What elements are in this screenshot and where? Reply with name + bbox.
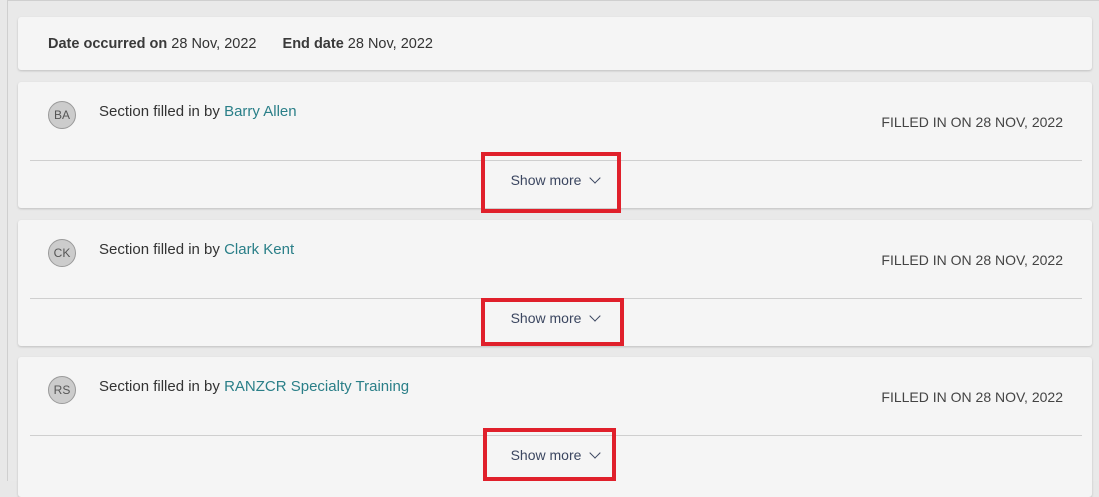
highlight-box-show-more-3: [483, 428, 616, 481]
end-date-label: End date: [282, 35, 344, 52]
filled-on-prefix: FILLED IN ON: [881, 114, 972, 130]
filled-on-date: FILLED IN ON 28 NOV, 2022: [881, 114, 1063, 130]
filled-by-prefix: Section filled in by: [99, 241, 220, 258]
section-filled-by: Section filled in by RANZCR Specialty Tr…: [99, 378, 409, 395]
filled-on-date: FILLED IN ON 28 NOV, 2022: [881, 252, 1063, 268]
filled-by-prefix: Section filled in by: [99, 378, 220, 395]
filled-by-name-link[interactable]: Clark Kent: [224, 241, 294, 258]
filled-on-date: FILLED IN ON 28 NOV, 2022: [881, 389, 1063, 405]
highlight-box-show-more-1: [481, 152, 621, 213]
filled-by-name-link[interactable]: RANZCR Specialty Training: [224, 378, 409, 395]
section-filled-by: Section filled in by Clark Kent: [99, 241, 294, 258]
filled-on-value: 28 NOV, 2022: [975, 114, 1063, 130]
filled-on-prefix: FILLED IN ON: [881, 252, 972, 268]
avatar: RS: [48, 376, 76, 404]
avatar: BA: [48, 101, 76, 129]
date-summary-card: Date occurred on 28 Nov, 2022 End date 2…: [18, 17, 1092, 70]
filled-by-prefix: Section filled in by: [99, 103, 220, 120]
date-occurred-value: 28 Nov, 2022: [171, 35, 257, 52]
filled-on-value: 28 NOV, 2022: [975, 252, 1063, 268]
section-filled-by: Section filled in by Barry Allen: [99, 103, 297, 120]
filled-by-name-link[interactable]: Barry Allen: [224, 103, 297, 120]
filled-on-prefix: FILLED IN ON: [881, 389, 972, 405]
avatar: CK: [48, 239, 76, 267]
end-date-value: 28 Nov, 2022: [347, 35, 433, 52]
highlight-box-show-more-2: [481, 298, 624, 346]
date-occurred-label: Date occurred on: [48, 35, 168, 52]
filled-on-value: 28 NOV, 2022: [975, 389, 1063, 405]
